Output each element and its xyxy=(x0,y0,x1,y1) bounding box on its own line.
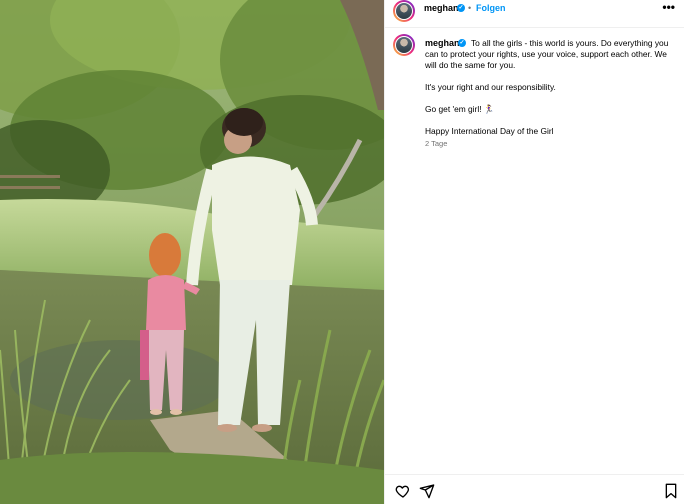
caption-line: It's your right and our responsibility. xyxy=(425,82,556,92)
caption-line: To all the girls - this world is yours. … xyxy=(425,38,669,70)
more-options-icon[interactable]: ••• xyxy=(662,0,675,14)
caption-line: Go get 'em girl! 🏃‍♀️ xyxy=(425,104,495,114)
post-photo[interactable] xyxy=(0,0,384,504)
verified-badge-icon: ✓ xyxy=(457,4,465,12)
photo-illustration xyxy=(0,0,384,504)
paper-plane-icon[interactable] xyxy=(419,483,435,504)
post-timestamp[interactable]: 2 Tage xyxy=(425,139,447,148)
post-header: meghan ✓ • Folgen ••• xyxy=(385,0,684,28)
action-bar xyxy=(385,474,684,504)
heart-icon[interactable] xyxy=(395,483,411,504)
post-caption: To all the girls - this world is yours. … xyxy=(425,38,675,137)
caption-line: Happy International Day of the Girl xyxy=(425,126,554,136)
bookmark-icon[interactable] xyxy=(664,483,678,504)
follow-button[interactable]: Folgen xyxy=(476,3,506,13)
caption-avatar[interactable] xyxy=(393,34,415,56)
post-details-panel: meghan ✓ • Folgen ••• meghan ✓ To all th… xyxy=(384,0,684,504)
header-username[interactable]: meghan xyxy=(424,3,459,13)
avatar[interactable] xyxy=(393,0,415,22)
separator-dot: • xyxy=(468,3,472,13)
